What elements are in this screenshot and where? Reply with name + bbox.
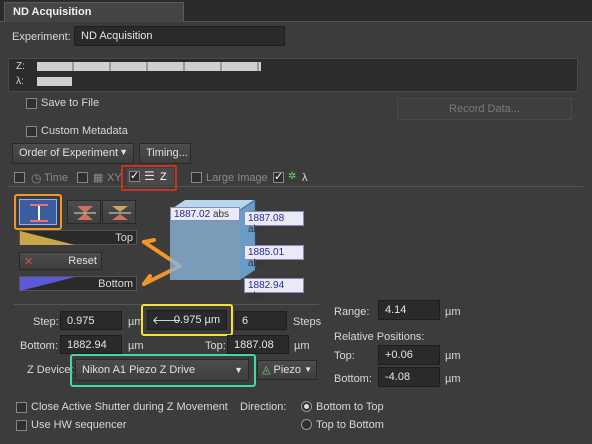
- asymmetric-range-icon: [109, 206, 131, 220]
- timing-button[interactable]: Timing...: [139, 143, 191, 164]
- top-to-bottom-radio[interactable]: [301, 419, 312, 430]
- tab-z-label: Z: [160, 171, 167, 183]
- z-loop-label: Z:: [16, 61, 25, 72]
- large-image-checkbox[interactable]: [191, 172, 202, 183]
- custom-metadata-label: Custom Metadata: [41, 125, 128, 137]
- direction-label: Direction:: [240, 401, 287, 413]
- bottom-button-label: Bottom: [98, 278, 133, 290]
- xy-checkbox[interactable]: [77, 172, 88, 183]
- tab-lambda[interactable]: λ: [302, 172, 308, 184]
- top-field[interactable]: 1887.08: [227, 335, 289, 354]
- top-left-abs-unit: abs: [212, 209, 230, 220]
- chevron-down-icon: ▼: [304, 365, 312, 374]
- mid-abs-unit: abs: [248, 258, 265, 269]
- top-abs-value: 1887.08: [248, 213, 285, 224]
- xy-grid-icon: ▦: [93, 172, 104, 184]
- top-label: Top:: [205, 340, 226, 352]
- order-of-experiment-select[interactable]: Order of Experiment ▼: [12, 143, 134, 164]
- custom-metadata-checkbox[interactable]: [26, 126, 37, 137]
- tab-time[interactable]: Time: [44, 172, 68, 184]
- rel-bottom-label: Bottom:: [334, 373, 372, 385]
- piezo-icon: ◬: [262, 364, 271, 376]
- bottom-to-top-label: Bottom to Top: [316, 401, 384, 413]
- symmetric-mode-button[interactable]: [67, 200, 101, 224]
- save-to-file-label: Save to File: [41, 97, 100, 109]
- range-icon: [30, 204, 48, 222]
- top-left-abs-box: 1887.02 abs: [170, 207, 240, 221]
- bottom-abs-box: 1882.94 abs: [244, 278, 304, 302]
- z-checkbox[interactable]: [129, 169, 140, 182]
- chevron-down-icon: ▼: [119, 147, 128, 157]
- close-shutter-label: Close Active Shutter during Z Movement: [31, 401, 228, 413]
- top-to-bottom-label: Top to Bottom: [316, 419, 384, 431]
- piezo-select[interactable]: ◬ Piezo ▼: [257, 360, 317, 380]
- reset-button-label: Reset: [68, 255, 97, 267]
- range-unit: µm: [445, 306, 461, 318]
- top-gradient-icon: [20, 231, 75, 245]
- symmetric-range-icon: [74, 206, 96, 220]
- top-unit: µm: [294, 340, 310, 352]
- lambda-loop-label: λ:: [16, 76, 24, 87]
- z-device-value: Nikon A1 Piezo Z Drive: [82, 364, 196, 376]
- step-calc-field[interactable]: 🡐 0.975 µm: [147, 310, 227, 330]
- reset-button[interactable]: ✕ Reset: [19, 252, 102, 270]
- rel-top-unit: µm: [445, 350, 461, 362]
- top-bottom-mode-button[interactable]: [19, 199, 57, 225]
- lambda-checkbox[interactable]: [273, 170, 284, 183]
- experiment-label: Experiment:: [12, 31, 71, 43]
- hw-sequencer-label: Use HW sequencer: [31, 419, 127, 431]
- bottom-button[interactable]: Bottom: [19, 276, 137, 291]
- arrow-left-icon: 🡐: [152, 315, 182, 327]
- bottom-field[interactable]: 1882.94: [60, 335, 122, 354]
- top-abs-unit: abs: [248, 224, 265, 235]
- mid-abs-value: 1885.01: [248, 247, 285, 258]
- tabs-separator: [8, 186, 583, 187]
- z-stack-icon: ☰: [144, 169, 155, 183]
- z-device-select[interactable]: Nikon A1 Piezo Z Drive ▼: [75, 359, 249, 381]
- top-left-abs-value: 1887.02: [174, 209, 211, 220]
- bottom-to-top-radio[interactable]: [301, 401, 312, 412]
- lambda-icon: ✲: [288, 171, 297, 182]
- chevron-down-icon: ▼: [234, 365, 243, 375]
- experiment-field[interactable]: ND Acquisition: [74, 26, 285, 46]
- rel-top-label: Top:: [334, 350, 355, 362]
- save-to-file-checkbox[interactable]: [26, 98, 37, 109]
- clock-icon: ◷: [31, 171, 42, 185]
- top-abs-box: 1887.08 abs: [244, 211, 304, 235]
- step-label: Step:: [33, 316, 59, 328]
- mid-abs-box: 1885.01 abs: [244, 245, 304, 269]
- bottom-gradient-icon: [20, 277, 75, 291]
- bottom-label: Bottom:: [20, 340, 58, 352]
- close-shutter-checkbox[interactable]: [16, 402, 27, 413]
- range-label: Range:: [334, 306, 370, 318]
- rel-top-field[interactable]: +0.06: [378, 345, 440, 365]
- top-button[interactable]: Top: [19, 230, 137, 245]
- hw-sequencer-checkbox[interactable]: [16, 420, 27, 431]
- bottom-abs-unit: abs: [248, 291, 265, 302]
- order-select-label: Order of Experiment: [19, 147, 119, 159]
- rel-bottom-field[interactable]: -4.08: [378, 367, 440, 387]
- piezo-label: Piezo: [273, 364, 302, 376]
- asymmetric-mode-button[interactable]: [102, 200, 136, 224]
- relative-positions-label: Relative Positions:: [334, 331, 425, 343]
- bottom-abs-value: 1882.94: [248, 280, 285, 291]
- z-device-label: Z Device:: [27, 364, 74, 376]
- bottom-unit: µm: [128, 340, 144, 352]
- steps-label: Steps: [293, 316, 322, 328]
- tab-xy[interactable]: XY: [107, 172, 122, 184]
- tab-large-image[interactable]: Large Image: [206, 172, 268, 184]
- lambda-loop-bar: [37, 77, 72, 86]
- record-data-button[interactable]: Record Data...: [397, 98, 572, 120]
- tab-nd-acquisition[interactable]: ND Acquisition: [4, 2, 184, 22]
- rel-bottom-unit: µm: [445, 373, 461, 385]
- reset-x-icon: ✕: [24, 256, 34, 268]
- step-field[interactable]: 0.975: [60, 311, 122, 330]
- z-loop-bar: [37, 62, 261, 71]
- steps-field[interactable]: 6: [235, 311, 287, 330]
- range-field[interactable]: 4.14: [378, 300, 440, 320]
- time-checkbox[interactable]: [14, 172, 25, 183]
